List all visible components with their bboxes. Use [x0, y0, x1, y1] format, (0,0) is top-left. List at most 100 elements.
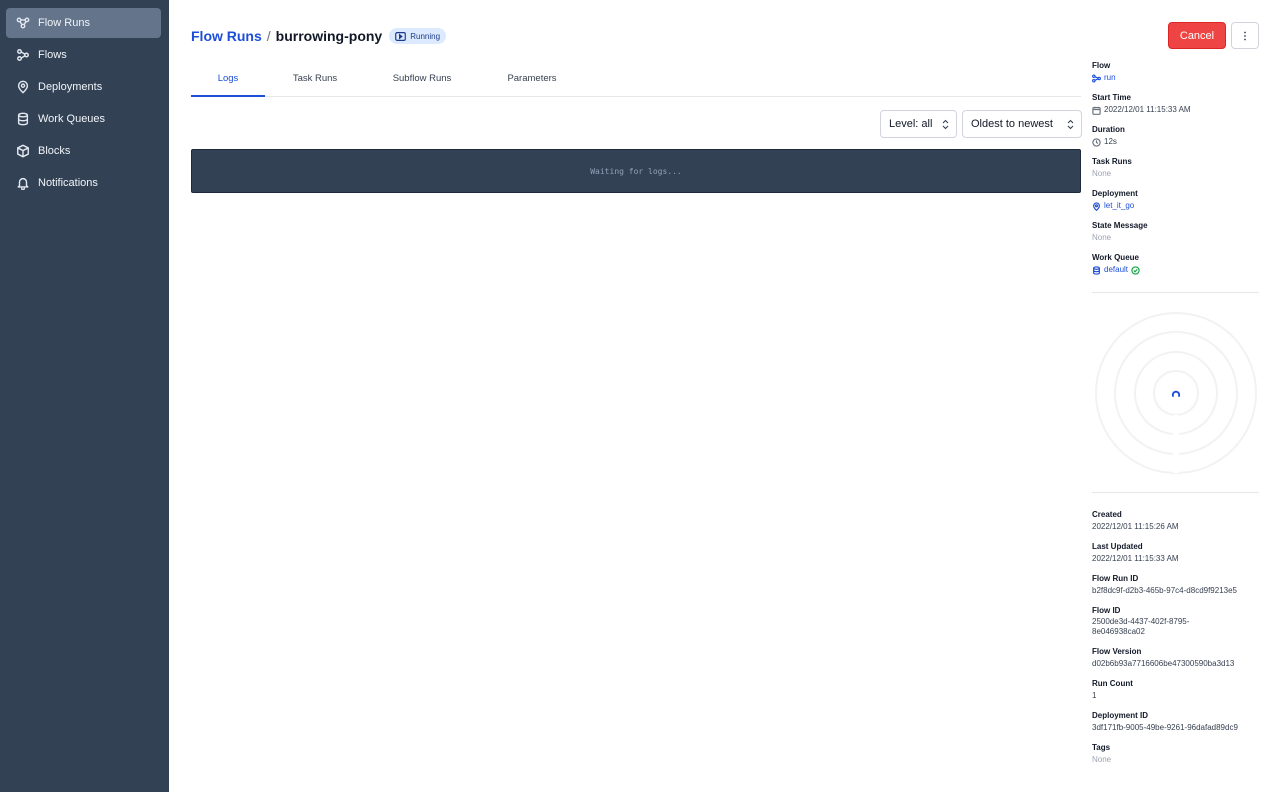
breadcrumb-flow-runs-link[interactable]: Flow Runs: [191, 28, 262, 44]
flow-icon: [1092, 73, 1101, 83]
meta-flow-run-id: Flow Run ID b2f8dc9f-d2b3-465b-97c4-d8cd…: [1092, 572, 1260, 604]
created-value: 2022/12/01 11:15:26 AM: [1092, 522, 1179, 531]
duration-value-row: 12s: [1092, 136, 1260, 155]
play-icon: [395, 31, 407, 41]
flow-runs-icon: [15, 15, 31, 31]
last-updated-value: 2022/12/01 11:15:33 AM: [1092, 554, 1179, 563]
flow-version-value: d02b6b93a7716606be47300590ba3d13: [1092, 659, 1235, 668]
start-time-value-row: 2022/12/01 11:15:33 AM: [1092, 104, 1260, 123]
map-pin-icon: [1093, 201, 1100, 211]
tab-logs[interactable]: Logs: [191, 62, 265, 97]
sidebar-item-flows[interactable]: Flows: [6, 40, 161, 70]
detail-label: Start Time: [1092, 93, 1131, 102]
sidebar-item-label: Blocks: [38, 145, 71, 157]
run-details-panel: Flow run Start Time 2022/12/01 11:15:33 …: [1092, 59, 1260, 283]
detail-start-time: Start Time 2022/12/01 11:15:33 AM: [1092, 91, 1260, 123]
meta-run-count: Run Count 1: [1092, 677, 1260, 709]
sidebar-item-flow-runs[interactable]: Flow Runs: [6, 8, 161, 38]
sidebar: Flow Runs Flows Deployments Work Queues …: [0, 0, 169, 792]
tags-value: None: [1092, 755, 1112, 764]
work-queue-value: default: [1104, 265, 1129, 274]
deployment-id-value: 3df171fb-9005-49be-9261-96dafad89dc9: [1092, 723, 1238, 732]
duration-value: 12s: [1104, 137, 1117, 146]
meta-label: Created: [1092, 510, 1122, 519]
meta-label: Flow Run ID: [1092, 574, 1139, 583]
kebab-menu-icon: [1244, 31, 1246, 40]
detail-label: Deployment: [1092, 189, 1138, 198]
cancel-button[interactable]: Cancel: [1168, 22, 1226, 49]
log-level-value: Level: all: [889, 118, 933, 130]
detail-label: Flow: [1092, 61, 1111, 70]
run-metadata-panel: Created 2022/12/01 11:15:26 AM Last Upda…: [1092, 508, 1260, 773]
more-menu-button[interactable]: [1231, 22, 1259, 49]
database-icon: [15, 111, 31, 127]
chevron-up-down-icon: [1067, 119, 1074, 130]
divider: [1092, 492, 1259, 493]
breadcrumb: Flow Runs / burrowing-pony Running: [191, 26, 447, 46]
detail-duration: Duration 12s: [1092, 123, 1260, 155]
state-message-value: None: [1092, 233, 1112, 242]
log-order-select[interactable]: Oldest to newest: [962, 110, 1082, 138]
run-count-value: 1: [1092, 691, 1097, 700]
cube-icon: [15, 143, 31, 159]
meta-label: Flow ID: [1092, 606, 1121, 615]
chevron-up-down-icon: [942, 119, 949, 130]
meta-deployment-id: Deployment ID 3df171fb-9005-49be-9261-96…: [1092, 709, 1260, 741]
detail-state-message: State Message None: [1092, 219, 1260, 251]
detail-deployment: Deployment let_it_go: [1092, 187, 1260, 219]
page-title: burrowing-pony: [275, 28, 383, 44]
deployment-link[interactable]: let_it_go: [1092, 200, 1260, 219]
detail-label: Task Runs: [1092, 157, 1132, 166]
meta-label: Deployment ID: [1092, 711, 1149, 720]
database-icon: [1093, 265, 1100, 275]
tab-parameters[interactable]: Parameters: [495, 62, 569, 96]
sidebar-item-label: Notifications: [38, 177, 98, 189]
meta-label: Flow Version: [1092, 647, 1142, 656]
sidebar-item-deployments[interactable]: Deployments: [6, 72, 161, 102]
meta-last-updated: Last Updated 2022/12/01 11:15:33 AM: [1092, 540, 1260, 572]
radar-node-icon[interactable]: [1171, 390, 1181, 397]
sidebar-item-label: Flows: [38, 49, 67, 61]
flow-run-id-value: b2f8dc9f-d2b3-465b-97c4-d8cd9f9213e5: [1092, 586, 1238, 595]
detail-work-queue: Work Queue default: [1092, 251, 1260, 283]
meta-created: Created 2022/12/01 11:15:26 AM: [1092, 508, 1260, 540]
tab-subflow-runs[interactable]: Subflow Runs: [385, 62, 459, 96]
divider: [1092, 292, 1259, 293]
detail-label: State Message: [1092, 221, 1148, 230]
meta-flow-version: Flow Version d02b6b93a7716606be47300590b…: [1092, 645, 1260, 677]
sidebar-item-label: Flow Runs: [38, 17, 90, 29]
status-badge: Running: [389, 28, 447, 44]
work-queue-link[interactable]: default: [1092, 264, 1260, 283]
meta-tags: Tags None: [1092, 741, 1260, 773]
meta-flow-id: Flow ID 2500de3d-4437-402f-8795-8e046938…: [1092, 604, 1260, 645]
meta-label: Run Count: [1092, 679, 1133, 688]
check-circle-icon: [1131, 265, 1140, 275]
task-runs-value: None: [1092, 169, 1112, 178]
detail-label: Work Queue: [1092, 253, 1139, 262]
detail-label: Duration: [1092, 125, 1125, 134]
sidebar-item-work-queues[interactable]: Work Queues: [6, 104, 161, 134]
logs-empty-message: Waiting for logs...: [590, 166, 682, 176]
start-time-value: 2022/12/01 11:15:33 AM: [1104, 105, 1191, 114]
map-pin-icon: [15, 79, 31, 95]
calendar-icon: [1092, 106, 1101, 115]
flows-icon: [15, 47, 31, 63]
log-level-select[interactable]: Level: all: [880, 110, 957, 138]
log-order-value: Oldest to newest: [971, 118, 1053, 130]
flow-value: run: [1104, 73, 1116, 82]
logs-viewer[interactable]: Waiting for logs...: [191, 149, 1081, 193]
status-badge-label: Running: [410, 31, 441, 41]
sidebar-item-notifications[interactable]: Notifications: [6, 168, 161, 198]
flow-id-value: 2500de3d-4437-402f-8795-8e046938ca02: [1092, 617, 1190, 636]
deployment-value: let_it_go: [1104, 201, 1135, 210]
flow-link[interactable]: run: [1092, 72, 1260, 91]
flow-run-radar[interactable]: [1094, 311, 1258, 475]
breadcrumb-separator: /: [266, 28, 271, 44]
meta-label: Tags: [1092, 743, 1111, 752]
detail-task-runs: Task Runs None: [1092, 155, 1260, 187]
bell-icon: [15, 175, 31, 191]
clock-icon: [1092, 137, 1101, 147]
tab-bar: Logs Task Runs Subflow Runs Parameters: [191, 62, 1081, 97]
sidebar-item-blocks[interactable]: Blocks: [6, 136, 161, 166]
tab-task-runs[interactable]: Task Runs: [278, 62, 352, 96]
